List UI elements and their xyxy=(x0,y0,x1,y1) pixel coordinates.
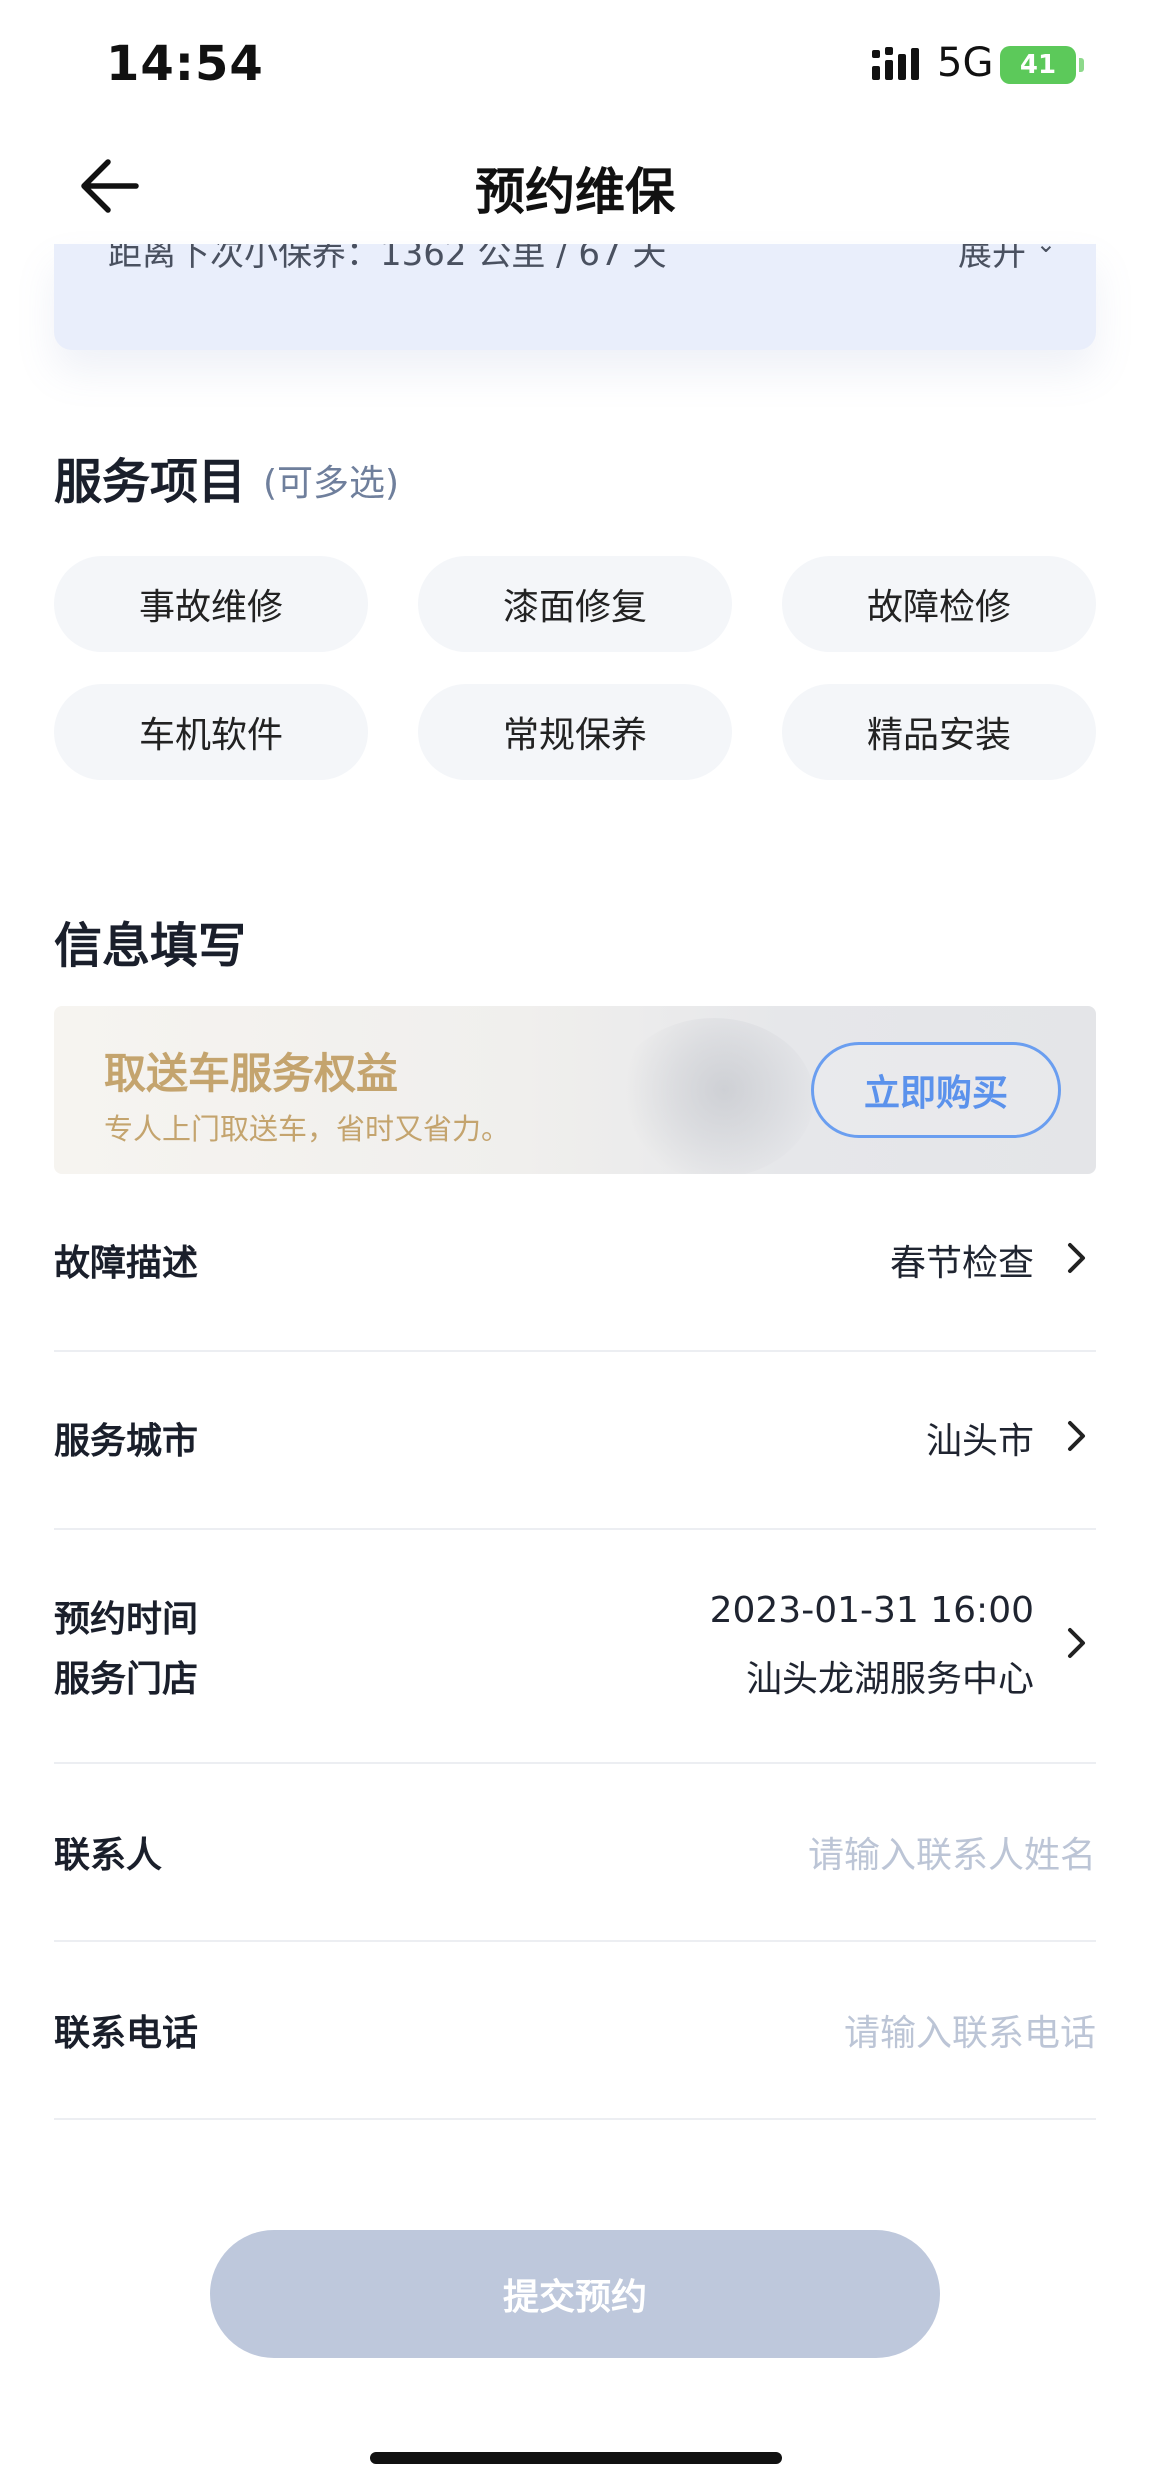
chevron-right-icon xyxy=(1068,1243,1085,1273)
service-city-label: 服务城市 xyxy=(54,1421,199,1462)
maintenance-distance-text: 距离下次小保养：1362 公里 / 67 天 xyxy=(108,244,667,274)
service-chip-accessory-install[interactable]: 精品安装 xyxy=(782,684,1096,780)
submit-appointment-button[interactable]: 提交预约 xyxy=(210,2230,940,2358)
appointment-time-value: 2023-01-31 16:00 xyxy=(709,1590,1034,1631)
contact-phone-label: 联系电话 xyxy=(54,2013,199,2054)
promo-subtitle: 专人上门取送车，省时又省力。 xyxy=(104,1112,511,1146)
service-store-value: 汕头龙湖服务中心 xyxy=(745,1659,1034,1700)
network-type: 5G xyxy=(937,40,994,86)
maintenance-reminder-card: 距离下次小保养：1362 公里 / 67 天 展开 ⌄ xyxy=(54,244,1096,350)
expand-button[interactable]: 展开 xyxy=(958,244,1026,275)
divider xyxy=(54,2118,1096,2120)
service-chip-routine-maintenance[interactable]: 常规保养 xyxy=(418,684,732,780)
service-store-label: 服务门店 xyxy=(54,1659,199,1700)
fault-description-label: 故障描述 xyxy=(54,1243,199,1284)
appointment-store-row[interactable] xyxy=(54,1530,1096,1762)
contact-name-input[interactable]: 请输入联系人姓名 xyxy=(496,1826,1096,1878)
battery-tip xyxy=(1079,58,1084,72)
battery-icon: 41 xyxy=(1000,46,1076,84)
services-multi-select-hint: (可多选) xyxy=(263,463,400,504)
divider xyxy=(54,1762,1096,1764)
contact-phone-input[interactable]: 请输入联系电话 xyxy=(496,2004,1096,2056)
contact-name-label: 联系人 xyxy=(54,1835,163,1876)
banner-decoration-image xyxy=(614,1018,814,1174)
home-indicator[interactable] xyxy=(370,2452,782,2464)
service-chip-paint-repair[interactable]: 漆面修复 xyxy=(418,556,732,652)
services-section-title: 服务项目 xyxy=(54,454,247,510)
appointment-time-label: 预约时间 xyxy=(54,1599,199,1640)
service-chip-fault-check[interactable]: 故障检修 xyxy=(782,556,1096,652)
divider xyxy=(54,1940,1096,1942)
chevron-down-icon: ⌄ xyxy=(1035,244,1056,258)
chevron-right-icon xyxy=(1068,1421,1085,1451)
service-city-value: 汕头市 xyxy=(925,1421,1034,1462)
status-time: 14:54 xyxy=(106,36,264,92)
chevron-right-icon xyxy=(1068,1628,1085,1658)
promo-title: 取送车服务权益 xyxy=(104,1049,399,1098)
service-chip-infotainment-software[interactable]: 车机软件 xyxy=(54,684,368,780)
signal-icon xyxy=(872,47,919,80)
battery-level: 41 xyxy=(1019,50,1057,80)
buy-now-button[interactable]: 立即购买 xyxy=(811,1042,1061,1138)
info-section-title: 信息填写 xyxy=(54,918,247,974)
page-title: 预约维保 xyxy=(475,163,675,221)
service-chip-accident-repair[interactable]: 事故维修 xyxy=(54,556,368,652)
fault-description-value: 春节检查 xyxy=(889,1243,1034,1284)
pickup-service-banner: 取送车服务权益 专人上门取送车，省时又省力。 立即购买 xyxy=(54,1006,1096,1174)
